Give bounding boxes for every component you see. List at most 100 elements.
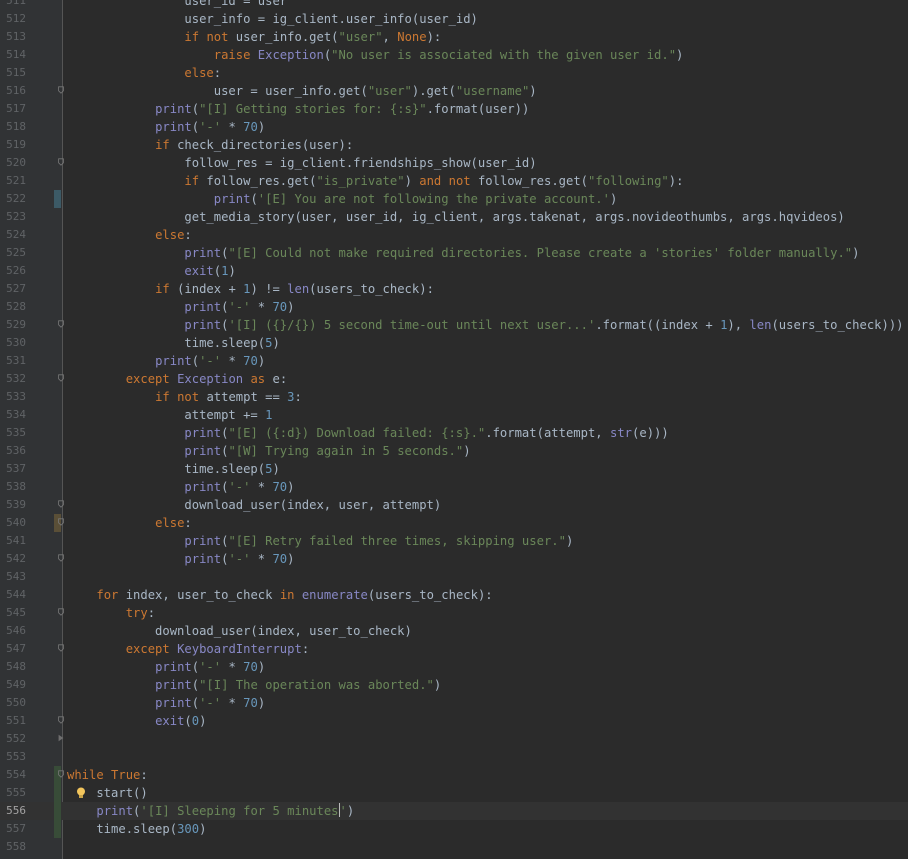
code-line[interactable]: 527 if (index + 1) != len(users_to_check…: [0, 280, 908, 298]
line-number[interactable]: 538: [0, 478, 26, 496]
line-number[interactable]: 523: [0, 208, 26, 226]
code-line[interactable]: 524 else:: [0, 226, 908, 244]
code-text[interactable]: follow_res = ig_client.friendships_show(…: [67, 154, 536, 172]
code-line[interactable]: 543: [0, 568, 908, 586]
line-number[interactable]: 526: [0, 262, 26, 280]
change-marker-icon[interactable]: [54, 784, 61, 802]
code-text[interactable]: time.sleep(5): [67, 460, 279, 478]
code-text[interactable]: raise Exception("No user is associated w…: [67, 46, 684, 64]
line-number[interactable]: 530: [0, 334, 26, 352]
line-number[interactable]: 525: [0, 244, 26, 262]
line-number[interactable]: 543: [0, 568, 26, 586]
code-text[interactable]: print('-' * 70): [67, 298, 294, 316]
code-line[interactable]: 536 print("[W] Trying again in 5 seconds…: [0, 442, 908, 460]
fold-icon[interactable]: [57, 716, 65, 724]
code-text[interactable]: exit(1): [67, 262, 235, 280]
code-line[interactable]: 529 print('[I] ({}/{}) 5 second time-out…: [0, 316, 908, 334]
fold-icon[interactable]: [57, 374, 65, 382]
code-line[interactable]: 556 print('[I] Sleeping for 5 minutes'): [0, 802, 908, 820]
code-text[interactable]: print('-' * 70): [67, 550, 294, 568]
code-text[interactable]: print('[I] ({}/{}) 5 second time-out unt…: [67, 316, 903, 334]
fold-icon[interactable]: [57, 158, 65, 166]
code-text[interactable]: print("[E] Retry failed three times, ski…: [67, 532, 573, 550]
code-line[interactable]: 546 download_user(index, user_to_check): [0, 622, 908, 640]
code-line[interactable]: 534 attempt += 1: [0, 406, 908, 424]
code-line[interactable]: 537 time.sleep(5): [0, 460, 908, 478]
line-number[interactable]: 512: [0, 10, 26, 28]
code-line[interactable]: 552: [0, 730, 908, 748]
line-number[interactable]: 532: [0, 370, 26, 388]
code-line[interactable]: 521 if follow_res.get("is_private") and …: [0, 172, 908, 190]
line-number[interactable]: 541: [0, 532, 26, 550]
code-line[interactable]: 553: [0, 748, 908, 766]
code-text[interactable]: else:: [67, 64, 221, 82]
line-number[interactable]: 520: [0, 154, 26, 172]
line-number[interactable]: 533: [0, 388, 26, 406]
code-text[interactable]: else:: [67, 226, 192, 244]
fold-icon[interactable]: [57, 608, 65, 616]
code-line[interactable]: 523 get_media_story(user, user_id, ig_cl…: [0, 208, 908, 226]
line-number[interactable]: 542: [0, 550, 26, 568]
code-line[interactable]: 525 print("[E] Could not make required d…: [0, 244, 908, 262]
code-line[interactable]: 558: [0, 838, 908, 856]
code-text[interactable]: download_user(index, user_to_check): [67, 622, 412, 640]
code-line[interactable]: 538 print('-' * 70): [0, 478, 908, 496]
line-number[interactable]: 536: [0, 442, 26, 460]
fold-icon[interactable]: [57, 770, 65, 778]
code-line[interactable]: 522 print('[E] You are not following the…: [0, 190, 908, 208]
code-text[interactable]: attempt += 1: [67, 406, 272, 424]
code-text[interactable]: time.sleep(5): [67, 334, 279, 352]
line-number[interactable]: 552: [0, 730, 26, 748]
line-number[interactable]: 545: [0, 604, 26, 622]
code-text[interactable]: while True:: [67, 766, 148, 784]
line-number[interactable]: 548: [0, 658, 26, 676]
code-text[interactable]: print("[E] ({:d}) Download failed: {:s}.…: [67, 424, 668, 442]
code-text[interactable]: if follow_res.get("is_private") and not …: [67, 172, 683, 190]
line-number[interactable]: 515: [0, 64, 26, 82]
code-text[interactable]: print('-' * 70): [67, 118, 265, 136]
code-text[interactable]: time.sleep(300): [67, 820, 206, 838]
line-number[interactable]: 557: [0, 820, 26, 838]
code-text[interactable]: print('-' * 70): [67, 352, 265, 370]
code-text[interactable]: user_info = ig_client.user_info(user_id): [67, 10, 478, 28]
code-line[interactable]: 518 print('-' * 70): [0, 118, 908, 136]
code-line[interactable]: 516 user = user_info.get("user").get("us…: [0, 82, 908, 100]
code-line[interactable]: 547 except KeyboardInterrupt:: [0, 640, 908, 658]
line-number[interactable]: 529: [0, 316, 26, 334]
line-number[interactable]: 531: [0, 352, 26, 370]
code-text[interactable]: print('-' * 70): [67, 658, 265, 676]
code-text[interactable]: except KeyboardInterrupt:: [67, 640, 309, 658]
line-number[interactable]: 553: [0, 748, 26, 766]
code-text[interactable]: except Exception as e:: [67, 370, 287, 388]
code-line[interactable]: 514 raise Exception("No user is associat…: [0, 46, 908, 64]
code-line[interactable]: 517 print("[I] Getting stories for: {:s}…: [0, 100, 908, 118]
line-number[interactable]: 546: [0, 622, 26, 640]
code-text[interactable]: if not attempt == 3:: [67, 388, 302, 406]
line-number[interactable]: 539: [0, 496, 26, 514]
line-number[interactable]: 518: [0, 118, 26, 136]
line-number[interactable]: 544: [0, 586, 26, 604]
line-number[interactable]: 537: [0, 460, 26, 478]
fold-icon[interactable]: [57, 518, 65, 526]
line-number[interactable]: 513: [0, 28, 26, 46]
code-text[interactable]: exit(0): [67, 712, 206, 730]
fold-icon[interactable]: [57, 554, 65, 562]
code-text[interactable]: if (index + 1) != len(users_to_check):: [67, 280, 434, 298]
code-text[interactable]: if not user_info.get("user", None):: [67, 28, 441, 46]
code-text[interactable]: try:: [67, 604, 155, 622]
code-text[interactable]: print('[I] Sleeping for 5 minutes'): [67, 802, 354, 820]
line-number[interactable]: 514: [0, 46, 26, 64]
line-number[interactable]: 516: [0, 82, 26, 100]
code-line[interactable]: 530 time.sleep(5): [0, 334, 908, 352]
code-line[interactable]: 511 user_id = user: [0, 0, 908, 10]
code-text[interactable]: download_user(index, user, attempt): [67, 496, 441, 514]
change-marker-icon[interactable]: [54, 190, 61, 208]
code-text[interactable]: for index, user_to_check in enumerate(us…: [67, 586, 492, 604]
code-line[interactable]: 515 else:: [0, 64, 908, 82]
code-line[interactable]: 533 if not attempt == 3:: [0, 388, 908, 406]
line-number[interactable]: 556: [0, 802, 26, 820]
code-line[interactable]: 528 print('-' * 70): [0, 298, 908, 316]
code-line[interactable]: 540 else:: [0, 514, 908, 532]
code-line[interactable]: 520 follow_res = ig_client.friendships_s…: [0, 154, 908, 172]
code-line[interactable]: 548 print('-' * 70): [0, 658, 908, 676]
